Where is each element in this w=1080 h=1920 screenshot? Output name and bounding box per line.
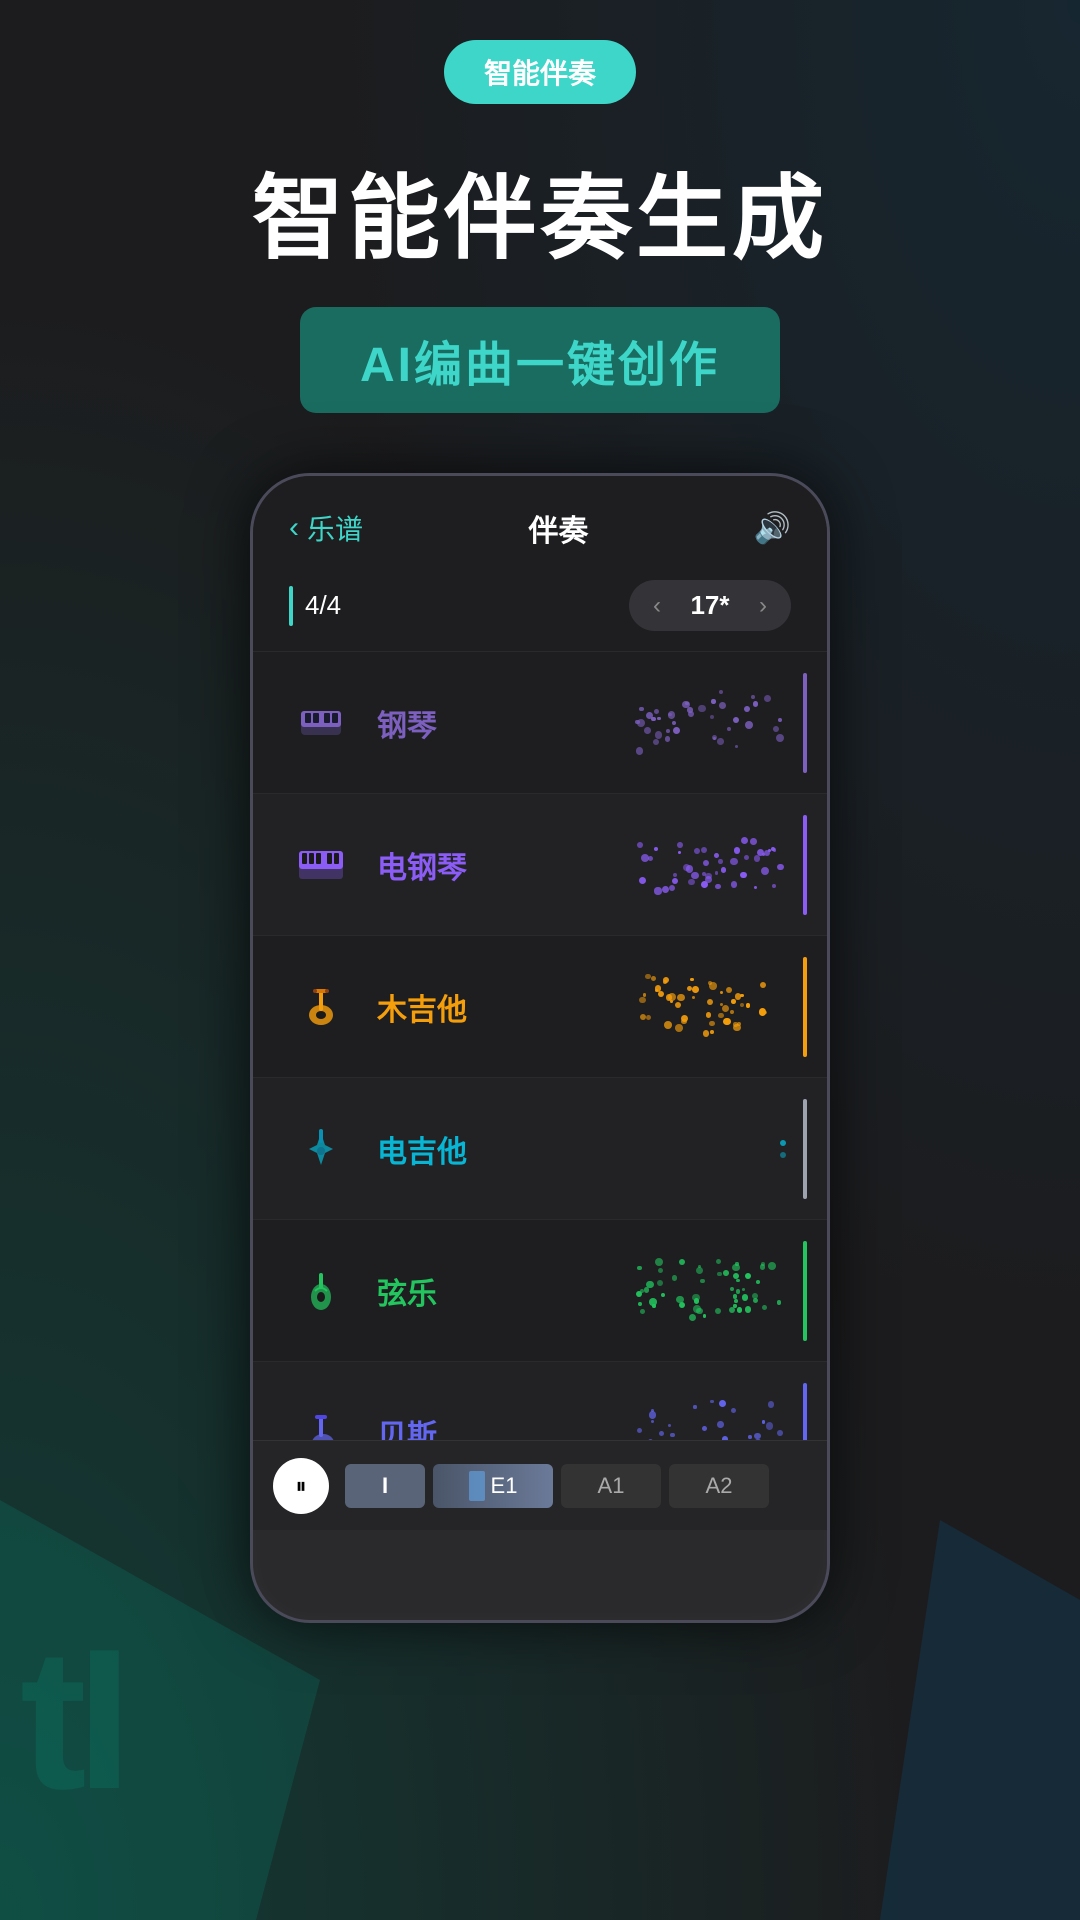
subtitle-badge: AI编曲一键创作 xyxy=(300,307,780,413)
time-indicator: 4/4 xyxy=(289,586,341,626)
instrument-row-piano[interactable]: 钢琴 xyxy=(253,651,827,793)
play-pause-button[interactable]: ⏸ xyxy=(273,1458,329,1514)
instrument-row-electric-piano[interactable]: 电钢琴 xyxy=(253,793,827,935)
bottom-player-bar: ⏸ IE1A1A2 xyxy=(253,1440,827,1530)
track-segment-0[interactable]: I xyxy=(345,1464,425,1508)
time-signature: 4/4 xyxy=(305,590,341,621)
instrument-pattern-electric-guitar xyxy=(527,1109,793,1189)
instrument-pattern-acoustic-guitar xyxy=(527,967,793,1047)
pattern-dots-piano xyxy=(633,688,793,758)
instrument-name-electric-piano: 电钢琴 xyxy=(377,843,507,887)
instrument-name-strings: 弦乐 xyxy=(377,1269,507,1313)
instrument-name-bass: 贝斯 xyxy=(377,1411,507,1441)
back-button[interactable]: ‹ 乐谱 xyxy=(289,508,363,548)
instrument-icon-strings xyxy=(289,1259,353,1323)
hero-title: 智能伴奏生成 xyxy=(252,144,828,277)
beat-number: 17* xyxy=(685,590,735,621)
instrument-pattern-bass xyxy=(527,1393,793,1441)
instrument-icon-acoustic-guitar xyxy=(289,975,353,1039)
screen-title: 伴奏 xyxy=(528,506,588,550)
pause-icon: ⏸ xyxy=(295,1473,306,1499)
pattern-dots-electric-piano xyxy=(633,830,793,900)
instrument-indicator-acoustic-guitar xyxy=(803,957,807,1057)
instrument-indicator-electric-guitar xyxy=(803,1099,807,1199)
time-sig-bar: 4/4 ‹ 17* › xyxy=(253,570,827,651)
pattern-dots-bass xyxy=(633,1398,793,1441)
instrument-icon-electric-piano xyxy=(289,833,353,897)
track-segment-1[interactable]: E1 xyxy=(433,1464,553,1508)
time-bar-line xyxy=(289,586,293,626)
track-segment-2[interactable]: A1 xyxy=(561,1464,661,1508)
beat-next-button[interactable]: › xyxy=(759,592,767,620)
instrument-indicator-piano xyxy=(803,673,807,773)
instrument-row-strings[interactable]: 弦乐 xyxy=(253,1219,827,1361)
instrument-list: 钢琴 电钢琴 木吉他 电吉他 xyxy=(253,651,827,1440)
beat-prev-button[interactable]: ‹ xyxy=(653,592,661,620)
instrument-pattern-piano xyxy=(527,683,793,763)
subtitle-text: AI编曲一键创作 xyxy=(360,339,720,392)
instrument-icon-piano xyxy=(289,691,353,755)
instrument-row-acoustic-guitar[interactable]: 木吉他 xyxy=(253,935,827,1077)
instrument-icon-bass xyxy=(289,1401,353,1441)
phone-inner: ‹ 乐谱 伴奏 🔊 4/4 ‹ 17* › xyxy=(253,476,827,1530)
phone-frame: ‹ 乐谱 伴奏 🔊 4/4 ‹ 17* › xyxy=(250,473,830,1623)
instrument-row-electric-guitar[interactable]: 电吉他 xyxy=(253,1077,827,1219)
volume-icon[interactable]: 🔊 xyxy=(754,511,791,546)
track-segment-3[interactable]: A2 xyxy=(669,1464,769,1508)
instrument-indicator-strings xyxy=(803,1241,807,1341)
instrument-pattern-strings xyxy=(527,1251,793,1331)
instrument-name-electric-guitar: 电吉他 xyxy=(377,1127,507,1171)
phone-header: ‹ 乐谱 伴奏 🔊 xyxy=(253,476,827,570)
back-label: 乐谱 xyxy=(307,508,363,548)
pattern-dots-acoustic-guitar xyxy=(633,972,793,1042)
main-content: 智能伴奏 智能伴奏生成 AI编曲一键创作 ‹ 乐谱 伴奏 🔊 xyxy=(0,0,1080,1920)
instrument-indicator-bass xyxy=(803,1383,807,1441)
pattern-dots-strings xyxy=(633,1256,793,1326)
top-tag: 智能伴奏 xyxy=(444,40,636,104)
instrument-pattern-electric-piano xyxy=(527,825,793,905)
instrument-name-acoustic-guitar: 木吉他 xyxy=(377,985,507,1029)
back-chevron-icon: ‹ xyxy=(289,511,299,545)
phone-mockup: ‹ 乐谱 伴奏 🔊 4/4 ‹ 17* › xyxy=(250,473,830,1623)
instrument-icon-electric-guitar xyxy=(289,1117,353,1181)
instrument-name-piano: 钢琴 xyxy=(377,701,507,745)
instrument-row-bass[interactable]: 贝斯 xyxy=(253,1361,827,1440)
beat-navigator[interactable]: ‹ 17* › xyxy=(629,580,791,631)
instrument-indicator-electric-piano xyxy=(803,815,807,915)
